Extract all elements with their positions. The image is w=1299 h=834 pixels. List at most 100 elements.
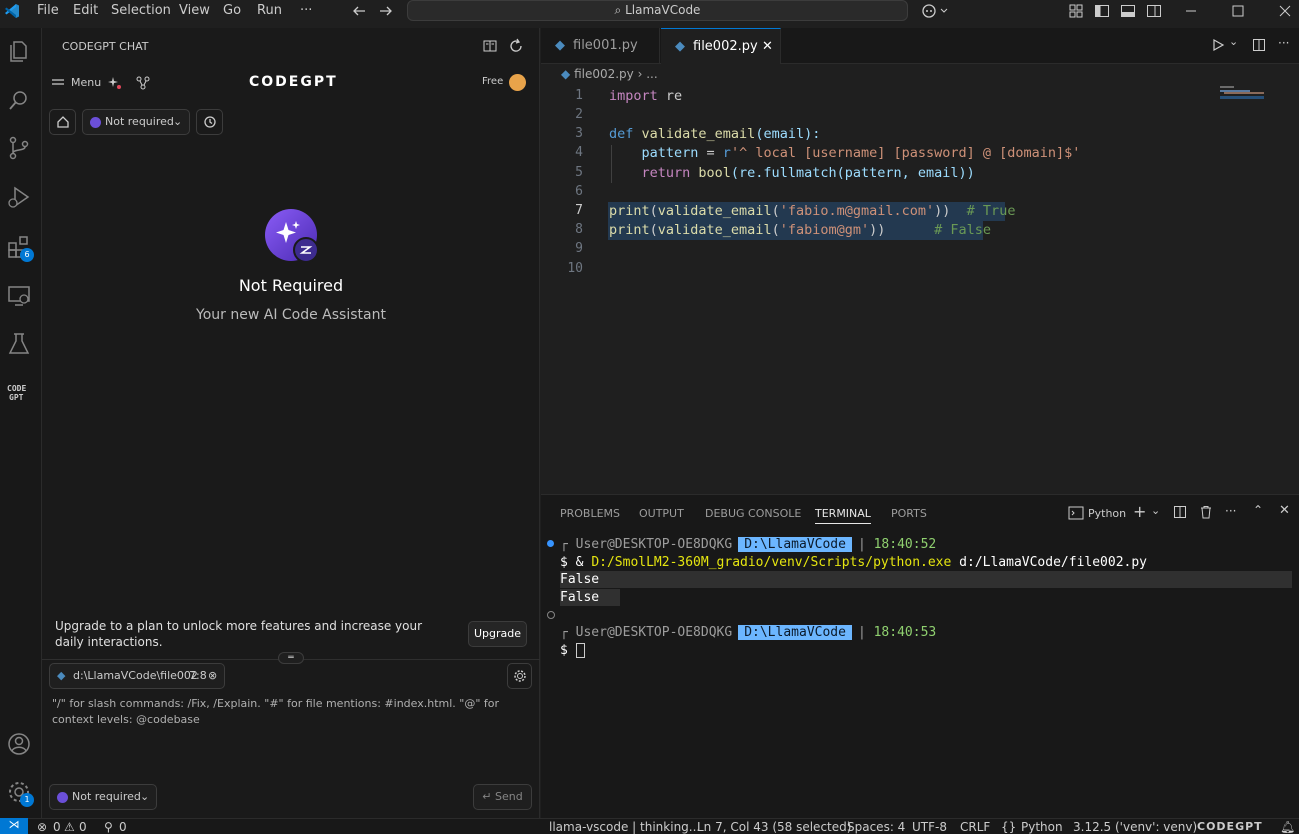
remove-context-icon[interactable]: ⊗ xyxy=(208,664,217,688)
agent-select[interactable]: Not required ⌄ xyxy=(82,109,190,135)
panel-tab-ports[interactable]: PORTS xyxy=(891,507,927,520)
codegpt-status-brand[interactable]: CODEGPT xyxy=(1197,820,1263,833)
terminal-input-line[interactable]: $ xyxy=(560,643,585,658)
code-line[interactable]: print(validate_email('fabio.m@gmail.com'… xyxy=(609,203,1015,219)
forward-arrow-icon[interactable] xyxy=(378,3,394,19)
run-file-icon[interactable] xyxy=(1211,38,1225,52)
bottom-agent-select[interactable]: Not required ⌄ xyxy=(49,784,157,810)
notifications-bell-icon[interactable]: 🔔︎ xyxy=(1280,820,1295,834)
command-center-search[interactable]: ⌕ LlamaVCode xyxy=(407,0,908,21)
maximize-panel-icon[interactable]: ⌃ xyxy=(1253,503,1263,517)
split-editor-icon[interactable] xyxy=(1252,38,1266,52)
ports-icon[interactable]: ⚲ xyxy=(104,820,113,834)
toggle-primary-sidebar-icon[interactable] xyxy=(1094,3,1110,19)
new-terminal-icon[interactable]: + xyxy=(1133,502,1146,521)
menu-go[interactable]: Go xyxy=(223,3,241,18)
menu-label[interactable]: Menu xyxy=(71,76,101,89)
run-debug-icon[interactable] xyxy=(6,184,32,210)
trash-icon[interactable] xyxy=(1199,505,1213,519)
explorer-icon[interactable] xyxy=(6,38,32,64)
more-actions-icon[interactable]: ··· xyxy=(1278,36,1289,50)
code-line[interactable]: import re xyxy=(609,88,682,104)
errors-icon[interactable]: ⊗ xyxy=(37,820,47,834)
toggle-panel-icon[interactable] xyxy=(1120,3,1136,19)
braces-icon[interactable]: {} xyxy=(1001,820,1016,834)
command-decoration-success-icon[interactable] xyxy=(547,540,554,547)
terminal-cursor xyxy=(575,643,585,658)
menu-run[interactable]: Run xyxy=(257,3,282,18)
errors-count[interactable]: 0 xyxy=(53,820,61,834)
command-decoration-empty-icon[interactable] xyxy=(547,611,555,619)
tab-file002[interactable]: ◆ file002.py ✕ xyxy=(661,28,781,64)
customize-layout-icon[interactable] xyxy=(1068,3,1084,19)
chat-settings-button[interactable] xyxy=(507,663,532,689)
codegpt-icon[interactable]: CODEGPT xyxy=(6,380,32,406)
terminal-output: False xyxy=(560,590,600,605)
context-file-chip[interactable]: ◆ d:\LlamaVCode\file002 7:8 ⊗ xyxy=(49,663,225,689)
panel-tab-output[interactable]: OUTPUT xyxy=(639,507,684,520)
home-button[interactable] xyxy=(49,109,76,135)
source-control-icon[interactable] xyxy=(6,135,32,161)
accounts-icon[interactable] xyxy=(6,731,32,757)
chat-input-placeholder[interactable]: "/" for slash commands: /Fix, /Explain. … xyxy=(52,696,530,728)
back-arrow-icon[interactable] xyxy=(351,3,367,19)
upgrade-button[interactable]: Upgrade xyxy=(468,621,527,647)
menu-file[interactable]: File xyxy=(37,3,59,18)
avatar[interactable] xyxy=(509,74,526,91)
warnings-count[interactable]: 0 xyxy=(79,820,87,834)
code-line[interactable]: print(validate_email('fabiom@gm')) # Fal… xyxy=(609,222,991,238)
ports-count[interactable]: 0 xyxy=(119,820,127,834)
warnings-icon[interactable]: ⚠ xyxy=(64,820,75,834)
remote-indicator-icon[interactable]: ⋊ xyxy=(0,818,28,834)
close-window-icon[interactable] xyxy=(1277,3,1293,19)
call-args: (re.fullmatch(pattern, email)) xyxy=(730,165,975,181)
history-button[interactable] xyxy=(196,109,223,135)
close-panel-icon[interactable]: ✕ xyxy=(1279,503,1290,518)
resize-handle[interactable]: ═ xyxy=(278,652,304,664)
sparkle-tools-icon[interactable] xyxy=(107,75,123,91)
chevron-down-icon[interactable]: ⌄ xyxy=(1151,504,1160,517)
menu-more[interactable]: ··· xyxy=(300,3,312,18)
code-line[interactable]: def validate_email(email): xyxy=(609,126,820,142)
menu-edit[interactable]: Edit xyxy=(73,3,98,18)
remote-explorer-icon[interactable] xyxy=(6,283,32,309)
testing-icon[interactable] xyxy=(6,331,32,357)
paren: ( xyxy=(771,203,780,219)
more-actions-icon[interactable]: ··· xyxy=(1225,504,1236,518)
copilot-icon[interactable] xyxy=(921,3,951,19)
llama-status[interactable]: llama-vscode | thinking... xyxy=(549,820,700,834)
python-interpreter[interactable]: 3.12.5 ('venv': venv) xyxy=(1073,820,1197,834)
indentation[interactable]: Spaces: 4 xyxy=(847,820,905,834)
refresh-icon[interactable] xyxy=(508,38,524,54)
hamburger-menu-icon[interactable] xyxy=(51,76,65,90)
close-tab-icon[interactable]: ✕ xyxy=(762,29,773,65)
breadcrumb-file[interactable]: file002.py xyxy=(574,67,634,81)
graph-nodes-icon[interactable] xyxy=(135,75,151,91)
breadcrumb[interactable]: ◆ file002.py › ... xyxy=(561,67,658,81)
send-button[interactable]: ↵ Send xyxy=(473,784,532,810)
minimize-icon[interactable] xyxy=(1183,3,1199,19)
tab-file001[interactable]: ◆ file001.py xyxy=(541,28,660,64)
panel-tab-debug-console[interactable]: DEBUG CONSOLE xyxy=(705,507,801,520)
line-ending[interactable]: CRLF xyxy=(960,820,990,834)
encoding[interactable]: UTF-8 xyxy=(912,820,947,834)
run-options-chevron-icon[interactable]: ⌄ xyxy=(1229,35,1238,48)
menu-view[interactable]: View xyxy=(179,3,210,18)
cursor-position[interactable]: Ln 7, Col 43 (58 selected) xyxy=(697,820,851,834)
language-mode[interactable]: Python xyxy=(1021,820,1063,834)
panel-tab-terminal[interactable]: TERMINAL xyxy=(815,507,871,524)
toggle-secondary-sidebar-icon[interactable] xyxy=(1146,3,1162,19)
terminal-shell-label[interactable]: Python xyxy=(1088,507,1126,520)
book-icon[interactable] xyxy=(482,38,498,54)
settings-badge: 1 xyxy=(20,793,34,807)
breadcrumb-more[interactable]: ... xyxy=(646,67,657,81)
split-terminal-icon[interactable] xyxy=(1173,505,1187,519)
code-line[interactable]: pattern = r'^ local [username] [password… xyxy=(609,145,1081,161)
search-view-icon[interactable] xyxy=(6,87,32,113)
code-line[interactable]: return bool(re.fullmatch(pattern, email)… xyxy=(609,165,975,181)
minimap[interactable] xyxy=(1220,86,1266,100)
line-number: 5 xyxy=(575,165,583,180)
menu-selection[interactable]: Selection xyxy=(111,3,171,18)
panel-tab-problems[interactable]: PROBLEMS xyxy=(560,507,620,520)
maximize-icon[interactable] xyxy=(1230,3,1246,19)
